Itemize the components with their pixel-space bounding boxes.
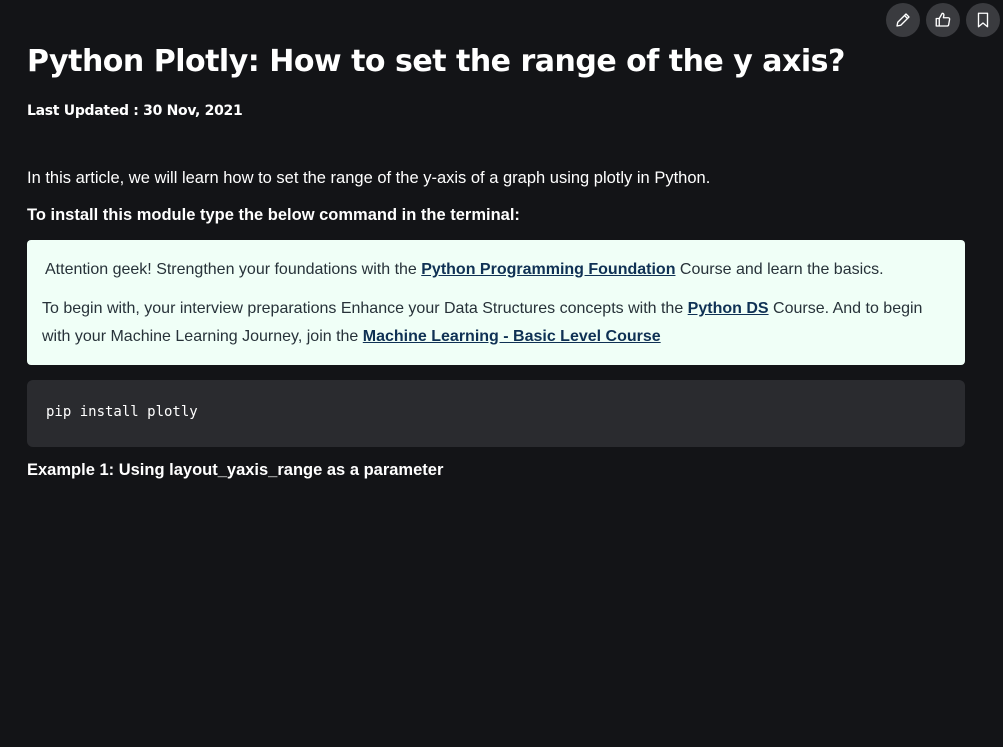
like-button[interactable]: [926, 3, 960, 37]
notice-text: Attention geek! Strengthen your foundati…: [45, 261, 422, 278]
notice-text: To begin with, your interview preparatio…: [42, 300, 688, 317]
page-title: Python Plotly: How to set the range of t…: [27, 44, 845, 79]
course-notice-box: Attention geek! Strengthen your foundati…: [27, 240, 965, 365]
code-block: pip install plotly: [27, 380, 965, 447]
article-toolbar: [886, 3, 1000, 37]
code-text[interactable]: pip install plotly: [46, 404, 198, 420]
machine-learning-course-link[interactable]: Machine Learning - Basic Level Course: [363, 328, 661, 345]
edit-button[interactable]: [886, 3, 920, 37]
pencil-icon: [896, 13, 910, 27]
thumbs-up-icon: [935, 12, 951, 27]
notice-line-foundation: Attention geek! Strengthen your foundati…: [45, 256, 884, 284]
python-ds-link[interactable]: Python DS: [688, 300, 769, 317]
intro-paragraph: In this article, we will learn how to se…: [27, 169, 711, 187]
last-updated-date: Last Updated : 30 Nov, 2021: [27, 103, 243, 119]
bookmark-icon: [977, 12, 989, 28]
install-heading: To install this module type the below co…: [27, 206, 520, 224]
python-foundation-link[interactable]: Python Programming Foundation: [421, 261, 675, 278]
bookmark-button[interactable]: [966, 3, 1000, 37]
example-heading: Example 1: Using layout_yaxis_range as a…: [27, 461, 444, 479]
notice-text: Course and learn the basics.: [675, 261, 884, 278]
notice-line-courses: To begin with, your interview preparatio…: [42, 295, 952, 351]
